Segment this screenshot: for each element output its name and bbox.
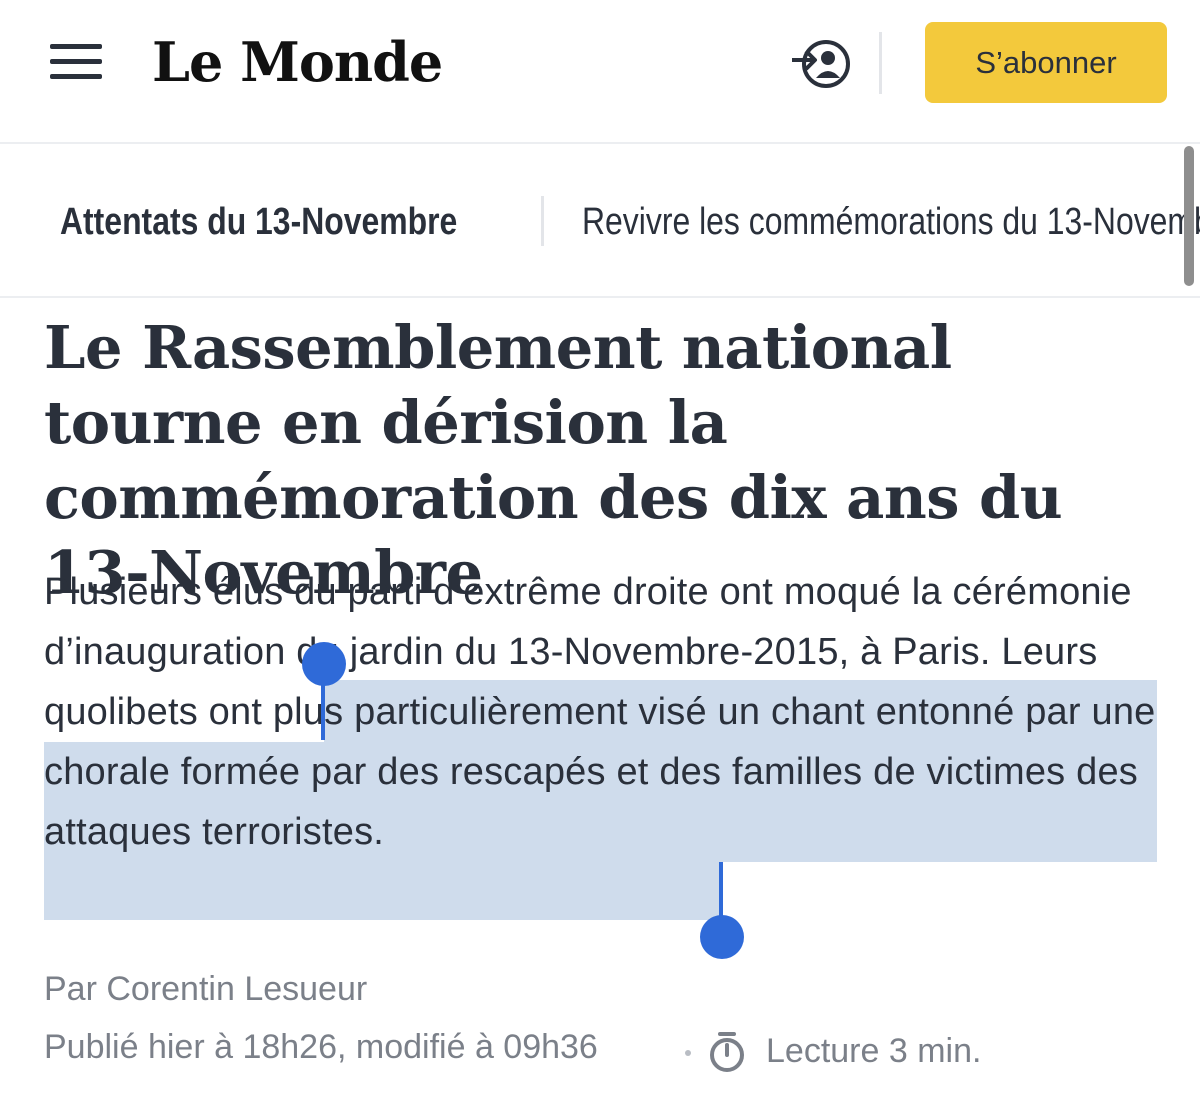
le-monde-logo[interactable]: Le Monde [152,30,443,94]
publication-date: Publié hier à 18h26, modifié à 09h36 [44,1028,598,1066]
top-header: Le Monde S’abonner [0,0,1200,144]
meta-separator-dot [685,1050,691,1056]
article-author[interactable]: Par Corentin Lesueur [44,970,367,1009]
reading-time: Lecture 3 min. [766,1032,982,1070]
hamburger-bar [50,44,102,49]
hamburger-bar [50,59,102,64]
lede-text: Plusieurs élus du parti d’extrême droite… [44,571,1132,673]
selection-end-handle[interactable] [700,915,744,959]
hamburger-bar [50,74,102,79]
stopwatch-icon [710,1032,744,1072]
nav-divider [541,196,544,246]
scrollbar[interactable] [1184,146,1194,286]
selection-highlight [44,862,722,920]
hamburger-menu-icon[interactable] [50,44,102,80]
header-divider [879,32,882,94]
login-user-icon[interactable] [790,38,854,90]
selection-start-handle[interactable] [302,642,346,686]
subscribe-button[interactable]: S’abonner [925,22,1167,103]
article-lede: Plusieurs élus du parti d’extrême droite… [44,562,1164,862]
nav-item-revivre[interactable]: Revivre les commémorations du 13-Novembr… [582,201,1200,244]
nav-item-attentats[interactable]: Attentats du 13-Novembre [60,201,457,244]
topic-nav-strip: Attentats du 13-Novembre Revivre les com… [0,146,1200,298]
